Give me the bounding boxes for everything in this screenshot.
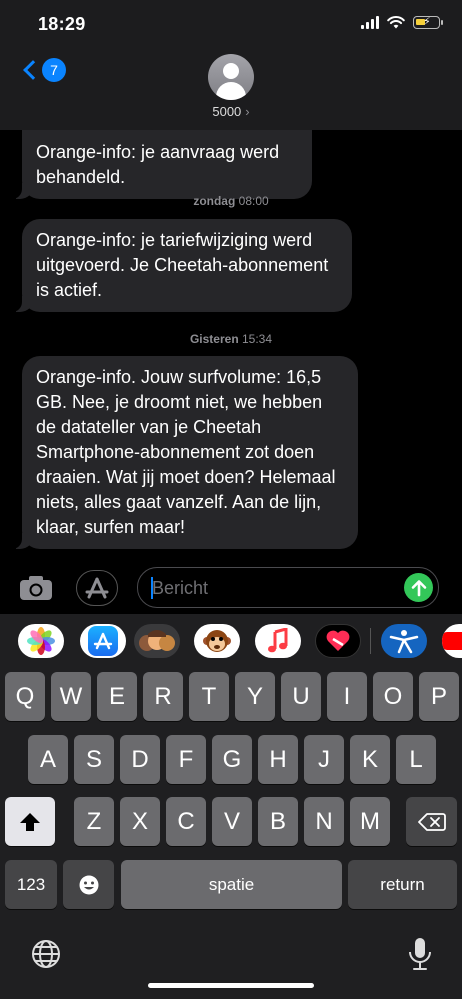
contact-avatar[interactable]: [208, 54, 254, 100]
back-button[interactable]: 7: [20, 58, 66, 82]
key-w[interactable]: W: [51, 672, 91, 721]
status-icons: ⚡: [361, 16, 443, 29]
message-bubble[interactable]: Orange-info: je tariefwijziging werd uit…: [12, 219, 352, 312]
key-t[interactable]: T: [189, 672, 229, 721]
emoji-key[interactable]: [63, 860, 114, 909]
numbers-key[interactable]: 123: [5, 860, 57, 909]
message-bubble[interactable]: Orange-info: je aanvraag werd behandeld.: [12, 130, 312, 199]
timestamp-day: zondag: [193, 194, 236, 208]
conversation-header: 18:29 ⚡ 7 5000 ›: [0, 0, 462, 130]
timestamp: zondag 08:00: [0, 194, 462, 208]
timestamp: Gisteren 15:34: [0, 332, 462, 346]
camera-icon[interactable]: [18, 574, 54, 602]
delete-icon: [417, 812, 446, 831]
key-x[interactable]: X: [120, 797, 160, 846]
message-input[interactable]: [152, 576, 392, 600]
key-d[interactable]: D: [120, 735, 160, 784]
key-p[interactable]: P: [419, 672, 459, 721]
message-input-field[interactable]: [137, 567, 439, 608]
key-q[interactable]: Q: [5, 672, 45, 721]
heart-sticker-icon[interactable]: [315, 624, 361, 658]
globe-icon[interactable]: [30, 938, 62, 970]
status-time: 18:29: [38, 14, 86, 34]
appstore-icon[interactable]: [80, 624, 126, 658]
shift-arrow-icon: [20, 812, 40, 831]
contact-name[interactable]: 5000 ›: [0, 104, 462, 119]
chevron-right-icon: ›: [245, 104, 250, 119]
imessage-app-strip: [0, 614, 462, 670]
key-e[interactable]: E: [97, 672, 137, 721]
message-bubble[interactable]: Orange-info. Jouw surfvolume: 16,5 GB. N…: [12, 356, 358, 549]
key-n[interactable]: N: [304, 797, 344, 846]
strip-divider: [370, 628, 371, 654]
message-text: Orange-info. Jouw surfvolume: 16,5 GB. N…: [36, 367, 336, 537]
app-drawer-button[interactable]: [76, 570, 118, 606]
key-i[interactable]: I: [327, 672, 367, 721]
youtube-icon[interactable]: [442, 624, 462, 658]
key-c[interactable]: C: [166, 797, 206, 846]
shift-key[interactable]: [5, 797, 55, 846]
key-y[interactable]: Y: [235, 672, 275, 721]
wifi-icon: [387, 16, 405, 29]
key-r[interactable]: R: [143, 672, 183, 721]
return-key[interactable]: return: [348, 860, 457, 909]
key-s[interactable]: S: [74, 735, 114, 784]
contact-name-label: 5000: [212, 104, 242, 119]
monkey-animoji-icon[interactable]: [194, 624, 240, 658]
music-icon[interactable]: [255, 624, 301, 658]
key-f[interactable]: F: [166, 735, 206, 784]
message-text: Orange-info: je aanvraag werd behandeld.: [36, 142, 280, 187]
key-h[interactable]: H: [258, 735, 298, 784]
timestamp-time: 15:34: [242, 332, 273, 346]
timestamp-day: Gisteren: [189, 332, 239, 346]
arrow-up-icon: [411, 579, 426, 596]
message-text: Orange-info: je tariefwijziging werd uit…: [36, 230, 329, 300]
home-indicator[interactable]: [148, 983, 314, 988]
cellular-signal-icon: [361, 16, 379, 29]
microphone-icon[interactable]: [406, 936, 434, 972]
delete-key[interactable]: [406, 797, 457, 846]
key-j[interactable]: J: [304, 735, 344, 784]
unread-count-badge: 7: [42, 58, 66, 82]
message-list[interactable]: Orange-info: je aanvraag werd behandeld.…: [0, 130, 462, 562]
key-o[interactable]: O: [373, 672, 413, 721]
appstore-icon: [85, 577, 109, 599]
timestamp-time: 08:00: [238, 194, 269, 208]
fitness-app-icon[interactable]: [381, 624, 427, 658]
key-a[interactable]: A: [28, 735, 68, 784]
key-l[interactable]: L: [396, 735, 436, 784]
chevron-left-icon: [23, 60, 43, 80]
space-key[interactable]: spatie: [121, 860, 342, 909]
key-z[interactable]: Z: [74, 797, 114, 846]
emoji-icon: [79, 875, 98, 894]
photos-icon[interactable]: [18, 624, 64, 658]
memoji-icon[interactable]: [134, 624, 180, 658]
key-g[interactable]: G: [212, 735, 252, 784]
key-m[interactable]: M: [350, 797, 390, 846]
send-button[interactable]: [404, 573, 433, 602]
key-u[interactable]: U: [281, 672, 321, 721]
key-k[interactable]: K: [350, 735, 390, 784]
key-b[interactable]: B: [258, 797, 298, 846]
key-v[interactable]: V: [212, 797, 252, 846]
battery-charging-icon: ⚡: [413, 16, 443, 29]
